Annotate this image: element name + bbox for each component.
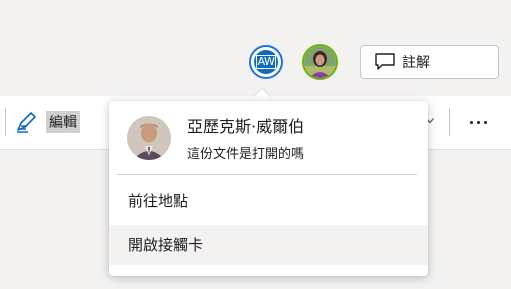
edit-mode-button[interactable]: 編輯 (14, 108, 80, 136)
card-divider (117, 174, 417, 175)
edit-mode-label: 編輯 (46, 111, 80, 133)
contact-photo (127, 116, 171, 160)
more-options-button[interactable] (458, 108, 498, 136)
collaborator-avatar[interactable] (302, 44, 338, 80)
more-icon (469, 120, 473, 124)
top-bar: AW 註解 (0, 0, 511, 96)
comment-icon (375, 53, 395, 70)
person-photo-icon (127, 116, 171, 160)
contact-card-popup: 亞歷克斯·威爾伯 這份文件是打開的嗎 前往地點 開啟接觸卡 (109, 101, 428, 276)
avatar-initials: AW (255, 55, 277, 69)
contact-name: 亞歷克斯·威爾伯 (187, 117, 305, 136)
more-icon (476, 120, 480, 124)
pen-icon (17, 112, 36, 133)
more-icon (483, 120, 487, 124)
comments-label: 註解 (402, 55, 430, 71)
contact-status: 這份文件是打開的嗎 (187, 147, 305, 162)
comments-button[interactable]: 註解 (360, 45, 499, 79)
ribbon-divider (449, 108, 450, 136)
collaborator-photo-icon (304, 46, 336, 78)
ribbon-divider (5, 108, 6, 136)
go-to-location-item[interactable]: 前往地點 (109, 181, 428, 221)
open-contact-card-item[interactable]: 開啟接觸卡 (109, 225, 428, 265)
avatar-initials-badge: AW (254, 50, 278, 74)
current-user-avatar[interactable]: AW (249, 45, 283, 79)
